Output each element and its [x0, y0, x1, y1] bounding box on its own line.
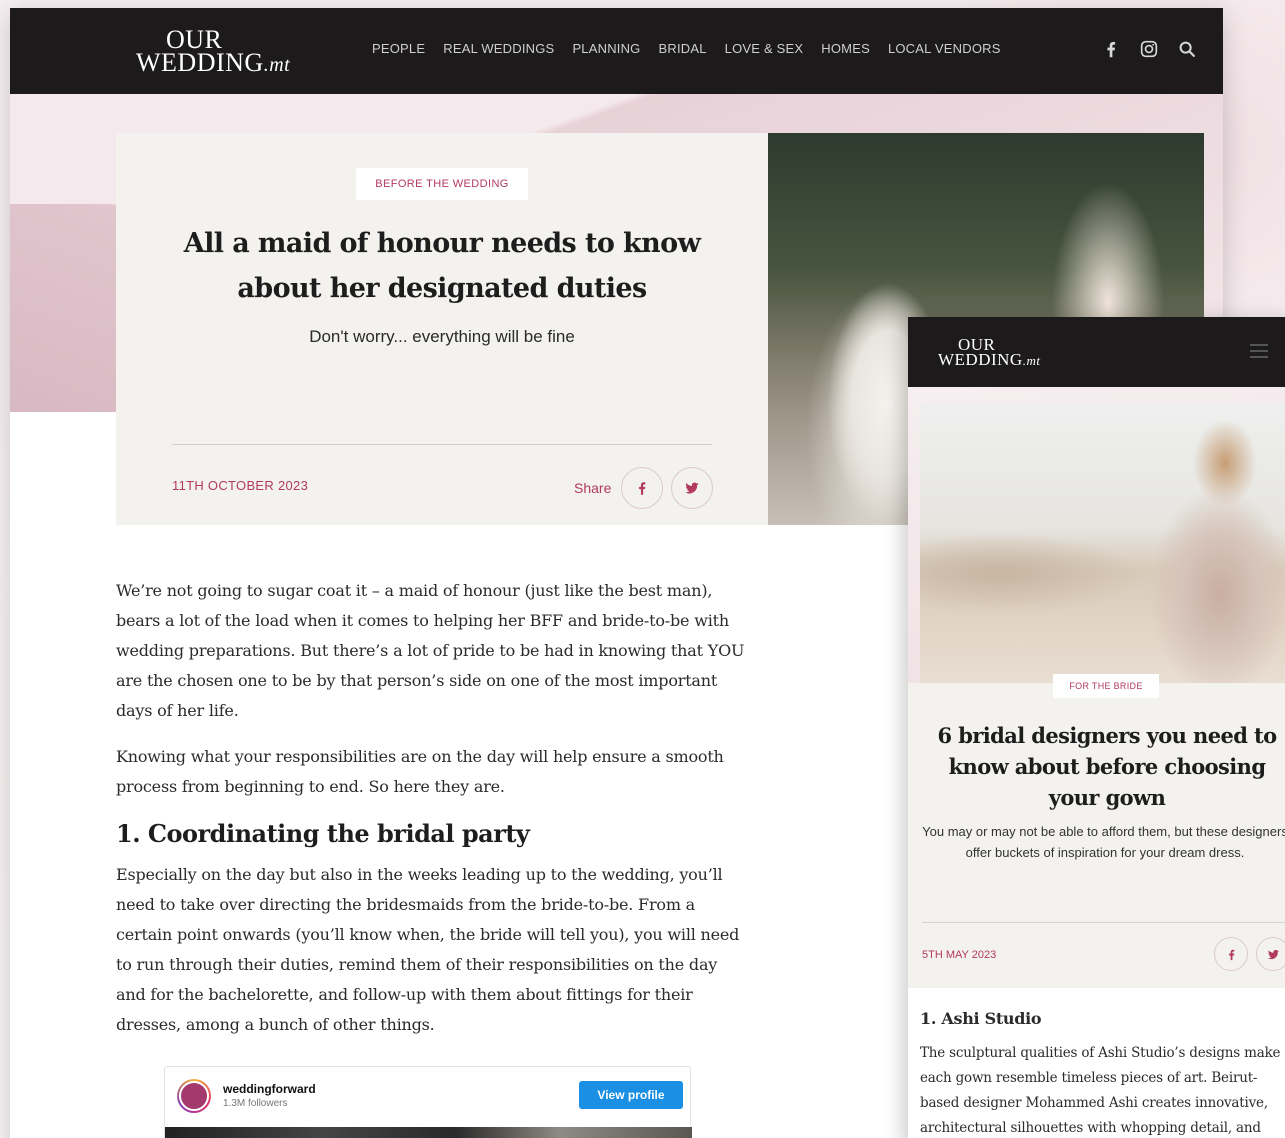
twitter-icon — [1267, 949, 1279, 959]
share-label: Share — [574, 480, 612, 496]
site-logo[interactable]: OUR WEDDING.mt — [938, 336, 1040, 368]
share-twitter-button[interactable] — [671, 467, 714, 509]
article-line: each gown resemble timeless pieces of ar… — [920, 1070, 1258, 1086]
nav-item-local-vendors[interactable]: LOCAL VENDORS — [888, 41, 1001, 56]
article-date: 11TH OCTOBER 2023 — [172, 478, 309, 493]
article-line: based designer Mohammed Ashi creates inn… — [920, 1095, 1268, 1111]
hero-image-bride-in-desert — [920, 403, 1285, 683]
article-line: architectural silhouettes with whopping … — [920, 1120, 1261, 1136]
share-facebook-button[interactable] — [621, 467, 664, 509]
nav-social-icons — [1100, 38, 1198, 60]
article-body: 1. Ashi Studio The sculptural qualities … — [920, 1007, 1285, 1138]
section-heading: 1. Ashi Studio — [920, 1009, 1042, 1028]
hero-divider — [172, 444, 712, 445]
article-title: 6 bridal designers you need to know abou… — [937, 723, 1277, 810]
site-logo[interactable]: OUR WEDDING.mt — [136, 26, 290, 76]
article-title: All a maid of honour needs to know about… — [183, 228, 701, 304]
share-bar: Share — [574, 467, 714, 509]
share-facebook-button[interactable] — [1214, 937, 1248, 971]
instagram-icon[interactable] — [1138, 38, 1160, 60]
nav-item-people[interactable]: PEOPLE — [372, 41, 425, 56]
category-tag[interactable]: BEFORE THE WEDDING — [356, 168, 528, 200]
twitter-icon — [685, 482, 700, 494]
view-profile-button[interactable]: View profile — [579, 1081, 683, 1109]
article-paragraph: We’re not going to sugar coat it – a mai… — [116, 581, 745, 720]
share-bar — [1214, 937, 1285, 971]
article-line: The sculptural qualities of Ashi Studio’… — [920, 1045, 1281, 1061]
article-subtitle: Don't worry... everything will be fine — [309, 327, 575, 346]
category-tag[interactable]: FOR THE BRIDE — [1053, 674, 1159, 698]
nav-item-planning[interactable]: PLANNING — [572, 41, 640, 56]
nav-item-homes[interactable]: HOMES — [821, 41, 870, 56]
avatar[interactable] — [177, 1079, 211, 1113]
facebook-icon — [1228, 949, 1234, 960]
instagram-followers: 1.3M followers — [223, 1098, 288, 1109]
nav-item-real-weddings[interactable]: REAL WEDDINGS — [443, 41, 554, 56]
nav-item-bridal[interactable]: BRIDAL — [659, 41, 707, 56]
article-body: We’re not going to sugar coat it – a mai… — [116, 576, 746, 1056]
share-twitter-button[interactable] — [1256, 937, 1285, 971]
hero-divider — [922, 922, 1285, 923]
instagram-embed: weddingforward 1.3M followers View profi… — [164, 1066, 692, 1138]
hamburger-menu-icon[interactable] — [1250, 344, 1268, 358]
facebook-icon — [639, 482, 646, 495]
article-paragraph: Knowing what your responsibilities are o… — [116, 747, 724, 796]
nav-item-love-sex[interactable]: LOVE & SEX — [725, 41, 804, 56]
mobile-navbar: OUR WEDDING.mt — [908, 317, 1285, 387]
instagram-photo-strip[interactable] — [165, 1127, 692, 1138]
article-subtitle: You may or may not be able to afford the… — [922, 824, 1285, 860]
article-paragraph: Especially on the day but also in the we… — [116, 865, 740, 1034]
mobile-browser-preview: OUR WEDDING.mt FOR THE BRIDE 6 bridal de… — [908, 317, 1285, 1138]
desktop-navbar: OUR WEDDING.mt PEOPLE REAL WEDDINGS PLAN… — [10, 8, 1223, 94]
facebook-icon[interactable] — [1100, 38, 1122, 60]
main-menu: PEOPLE REAL WEDDINGS PLANNING BRIDAL LOV… — [372, 41, 1001, 56]
instagram-username[interactable]: weddingforward — [223, 1082, 316, 1096]
section-heading: 1. Coordinating the bridal party — [116, 819, 530, 848]
search-icon[interactable] — [1176, 38, 1198, 60]
hero-card: BEFORE THE WEDDING All a maid of honour … — [116, 133, 768, 525]
article-date: 5TH MAY 2023 — [922, 949, 997, 961]
